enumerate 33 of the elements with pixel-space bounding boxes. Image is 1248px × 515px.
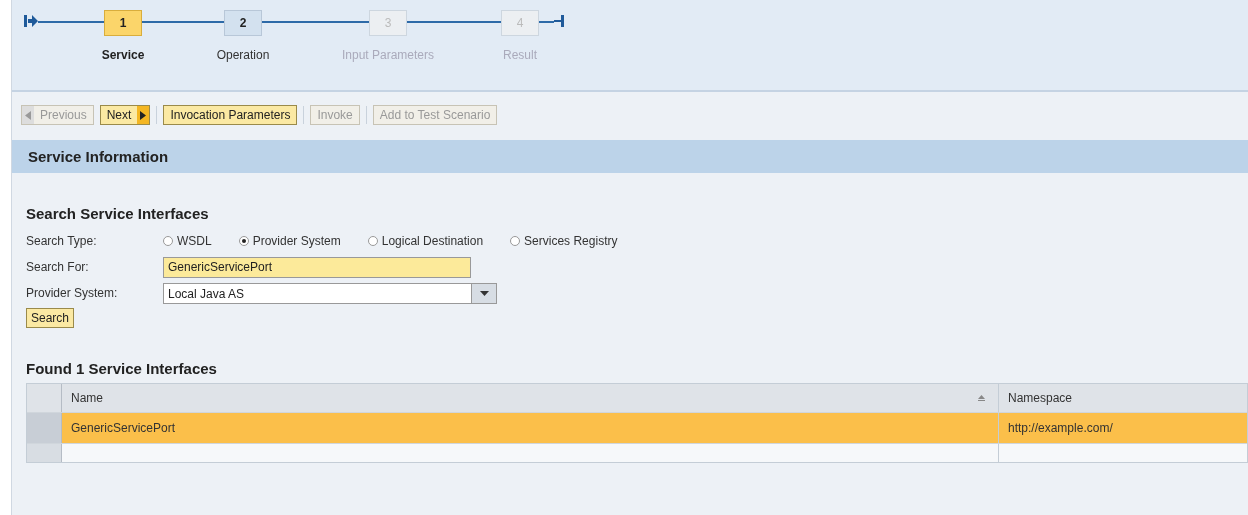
radio-option[interactable]: Logical Destination [367, 234, 484, 248]
step-number[interactable]: 2 [224, 10, 262, 36]
next-button[interactable]: Next [99, 105, 151, 125]
search-heading: Search Service Interfaces [26, 205, 210, 222]
radio-option[interactable]: Services Registry [510, 234, 618, 248]
radio-option[interactable]: Provider System [238, 234, 341, 248]
step-label: Result [503, 48, 537, 62]
results-heading: Found 1 Service Interfaces [26, 360, 218, 377]
radio-icon[interactable] [163, 236, 173, 246]
roadmap-end-icon [554, 14, 564, 28]
search-for-label: Search For: [26, 260, 90, 274]
provider-system-label: Provider System: [26, 286, 119, 300]
table-row[interactable]: GenericServicePort http://example.com/ [27, 413, 1247, 444]
search-button[interactable]: Search [26, 308, 75, 328]
provider-system-dropdown[interactable]: Local Java AS [163, 282, 497, 304]
step-label: Operation [216, 48, 270, 62]
toolbar-button[interactable]: Invocation Parameters [163, 105, 298, 125]
roadmap-start-icon [24, 14, 38, 28]
sort-icon[interactable] [978, 395, 985, 401]
radio-icon[interactable] [238, 236, 249, 246]
step-label: Service [101, 48, 145, 62]
search-field[interactable]: GenericServicePort [163, 256, 471, 278]
radio-icon[interactable] [510, 236, 521, 246]
radio-icon[interactable] [367, 236, 378, 246]
table-cell-text: http://example.com/ [1007, 420, 1114, 437]
radio-option[interactable]: WSDL [163, 234, 212, 248]
step-label: Input Parameters [342, 48, 435, 62]
search-type-label: Search Type: [26, 234, 98, 248]
column-header[interactable]: Namespace [999, 384, 1247, 412]
section-title: Service Information [28, 148, 169, 165]
column-header[interactable]: Name [62, 384, 999, 412]
table-cell: GenericServicePort [62, 413, 999, 443]
step-number[interactable]: 1 [104, 10, 142, 36]
